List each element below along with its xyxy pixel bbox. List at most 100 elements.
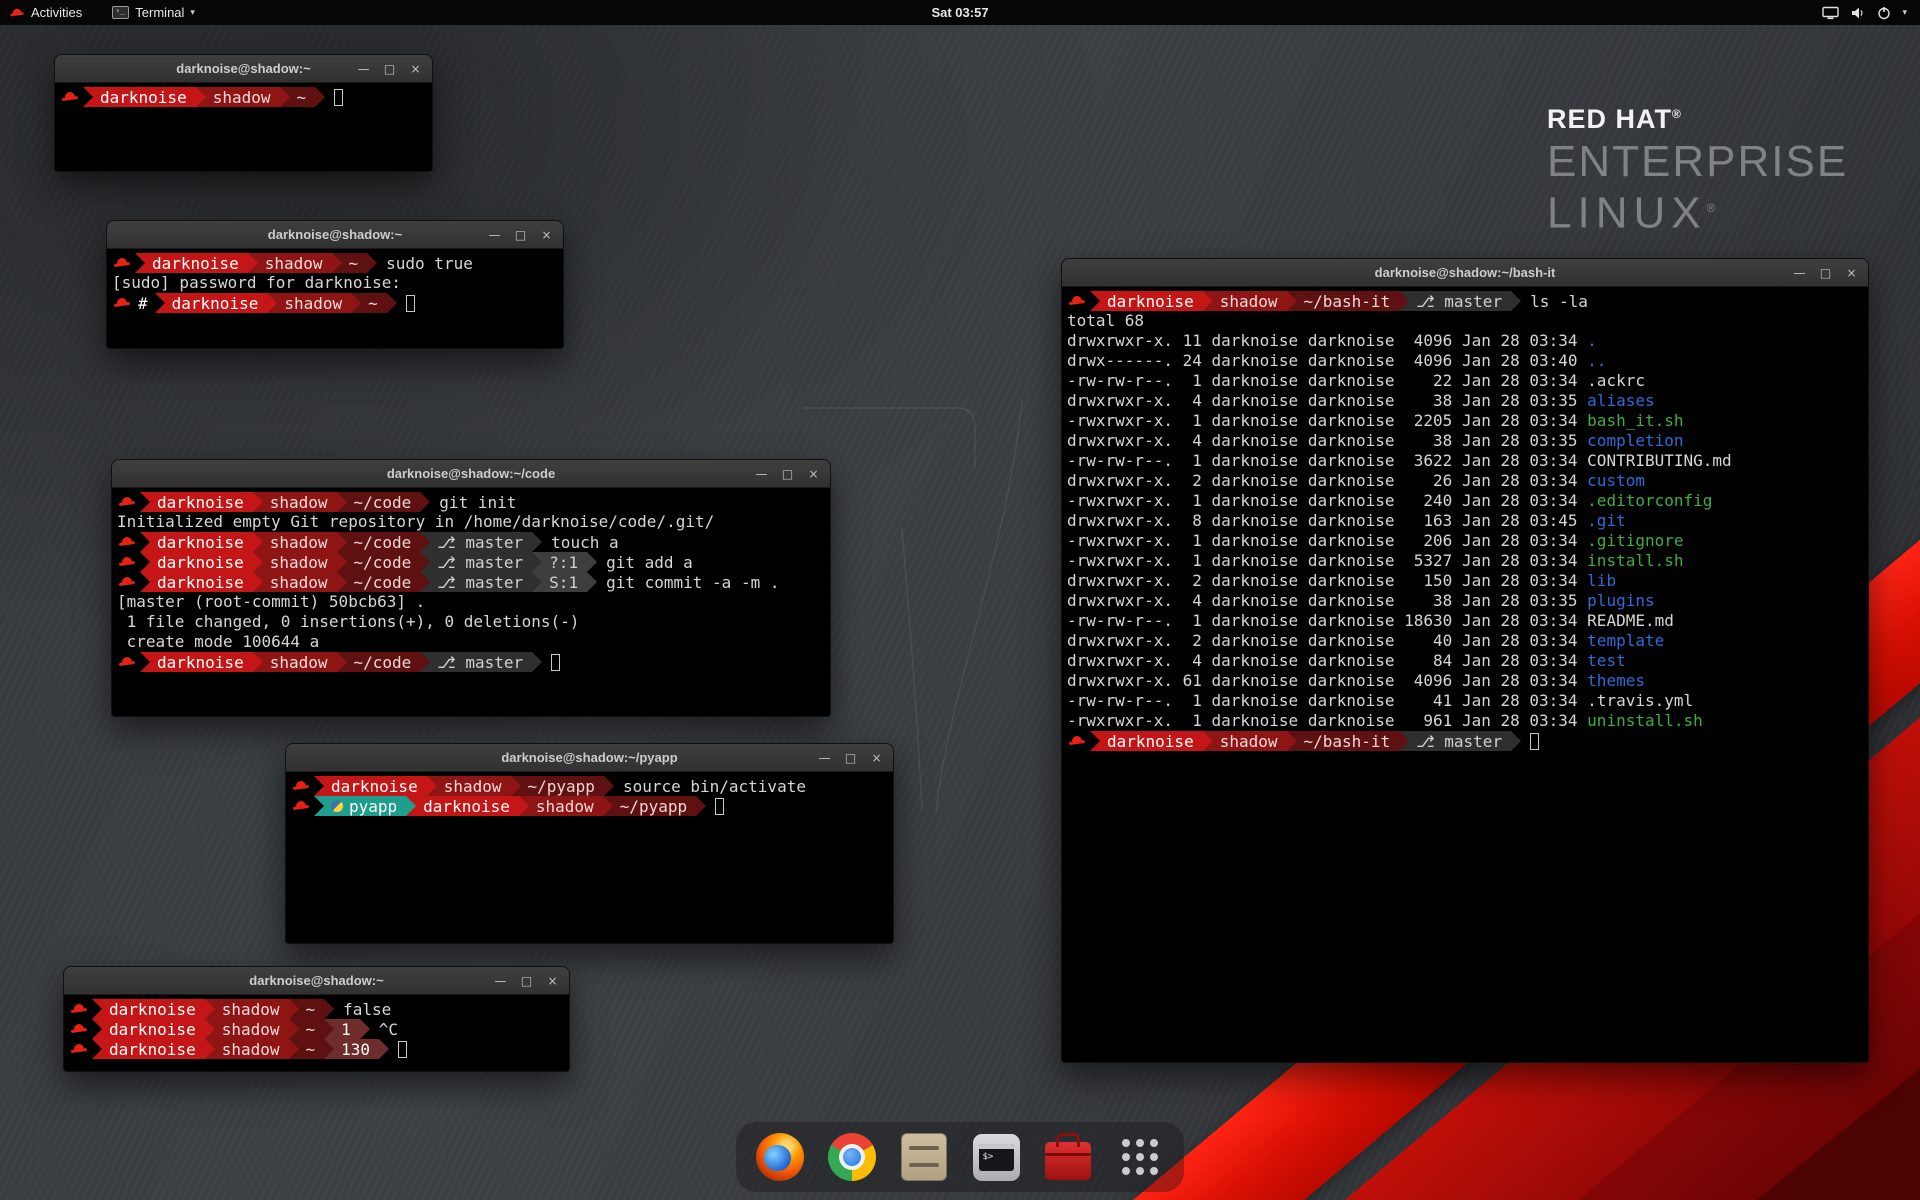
- minimize-button[interactable]: —: [357, 62, 370, 76]
- prompt-segment-text: ⎇ master: [437, 573, 523, 592]
- powerline-arrow: [351, 293, 361, 313]
- window-titlebar[interactable]: darknoise@shadow:~ — □ ×: [55, 55, 432, 83]
- terminal-content[interactable]: darknoiseshadow~/pyappsource bin/activat…: [286, 772, 893, 943]
- window-titlebar[interactable]: darknoise@shadow:~—□×: [64, 967, 569, 995]
- terminal-content[interactable]: darknoiseshadow~/codegit initInitialized…: [112, 488, 830, 716]
- maximize-button[interactable]: □: [1819, 266, 1832, 280]
- prompt-segment-path: ~/code: [337, 532, 421, 552]
- minimize-button[interactable]: —: [755, 467, 768, 481]
- windows-layer: darknoise@shadow:~—□×darknoiseshadow~dar…: [0, 0, 1920, 1200]
- volume-icon: [1850, 6, 1866, 20]
- prompt-segment-host: shadow: [427, 776, 511, 796]
- window-titlebar[interactable]: darknoise@shadow:~/code—□×: [112, 460, 830, 488]
- powerline-arrow: [427, 776, 437, 796]
- output-line: -rw-rw-r--. 1 darknoise darknoise 22 Jan…: [1067, 371, 1863, 391]
- output-text: drwxrwxr-x. 2 darknoise darknoise 26 Jan…: [1067, 471, 1587, 490]
- close-button[interactable]: ×: [1845, 266, 1858, 280]
- powerline-arrow: [324, 999, 334, 1019]
- prompt-segment-text: ⎇ master: [1416, 292, 1502, 311]
- prompt-segment-text: darknoise: [109, 1000, 196, 1019]
- window-titlebar[interactable]: darknoise@shadow:~/pyapp — □ ×: [286, 744, 893, 772]
- prompt-segment-path: ~: [289, 999, 325, 1019]
- maximize-button[interactable]: □: [520, 974, 533, 988]
- powerline-arrow: [315, 87, 325, 107]
- powerline-arrow: [532, 652, 542, 672]
- clock[interactable]: Sat 03:57: [931, 5, 988, 20]
- prompt-segment-path: ~/code: [337, 492, 421, 512]
- prompt-segment-git: ⎇ master: [420, 652, 532, 672]
- maximize-button[interactable]: □: [383, 62, 396, 76]
- prompt-segment-host: shadow: [253, 572, 337, 592]
- prompt-segment-text: darknoise: [100, 88, 187, 107]
- dock-item-apps[interactable]: [1114, 1131, 1166, 1183]
- power-icon: [1877, 6, 1891, 20]
- app-menu-button[interactable]: Terminal ▾: [103, 0, 204, 25]
- prompt-segment-text: ~/bash-it: [1304, 732, 1391, 751]
- window-buttons: — □ ×: [494, 967, 559, 994]
- window-title: darknoise@shadow:~/bash-it: [1375, 265, 1556, 280]
- powerline-arrow: [337, 572, 347, 592]
- output-text: -rwxrwxr-x. 1 darknoise darknoise 2205 J…: [1067, 411, 1587, 430]
- redhat-icon: [71, 1022, 87, 1036]
- prompt-segment-host: shadow: [248, 253, 332, 273]
- window-titlebar[interactable]: darknoise@shadow:~/bash-it — □ ×: [1062, 259, 1868, 287]
- terminal-content[interactable]: darknoiseshadow~falsedarknoiseshadow~1^C…: [64, 995, 569, 1071]
- prompt-segment-user: darknoise: [140, 552, 253, 572]
- prompt-segment-text: darknoise: [109, 1020, 196, 1039]
- prompt-segment-path: ~/code: [337, 652, 421, 672]
- prompt-segment-text: darknoise: [157, 533, 244, 552]
- redhat-icon: [114, 296, 130, 310]
- maximize-button[interactable]: □: [514, 228, 527, 242]
- dock-item-files[interactable]: [898, 1131, 950, 1183]
- prompt-segment-text: shadow: [1220, 732, 1278, 751]
- prompt-segment-text: shadow: [222, 1040, 280, 1059]
- output-line: drwxrwxr-x. 4 darknoise darknoise 38 Jan…: [1067, 391, 1863, 411]
- powerline-arrow: [519, 796, 529, 816]
- powerline-arrow: [280, 87, 290, 107]
- minimize-button[interactable]: —: [494, 974, 507, 988]
- dock-item-terminal[interactable]: [970, 1131, 1022, 1183]
- window-titlebar[interactable]: darknoise@shadow:~—□×: [107, 221, 563, 249]
- dock: [736, 1122, 1184, 1192]
- minimize-button[interactable]: —: [488, 228, 501, 242]
- prompt-segment-text: ~: [306, 1020, 316, 1039]
- output-text: drwxrwxr-x. 4 darknoise darknoise 38 Jan…: [1067, 391, 1587, 410]
- terminal-content[interactable]: darknoiseshadow~/bash-it⎇ masterls -lato…: [1062, 287, 1868, 1062]
- terminal-content[interactable]: darknoiseshadow~sudo true[sudo] password…: [107, 249, 563, 348]
- dock-item-chrome[interactable]: [826, 1131, 878, 1183]
- terminal-content[interactable]: darknoiseshadow~: [55, 83, 432, 171]
- close-button[interactable]: ×: [546, 974, 559, 988]
- window-title: darknoise@shadow:~: [176, 61, 310, 76]
- output-text: drwxrwxr-x. 2 darknoise darknoise 40 Jan…: [1067, 631, 1587, 650]
- powerline-arrow: [337, 492, 347, 512]
- command-text: false: [343, 1000, 391, 1019]
- output-line: [master (root-commit) 50bcb63] .: [117, 592, 825, 612]
- output-line: -rw-rw-r--. 1 darknoise darknoise 3622 J…: [1067, 451, 1863, 471]
- prompt-segment-host: shadow: [253, 552, 337, 572]
- close-button[interactable]: ×: [807, 467, 820, 481]
- prompt-line: darknoiseshadow~/code⎇ master: [117, 652, 825, 672]
- powerline-arrow: [511, 776, 521, 796]
- maximize-button[interactable]: □: [844, 751, 857, 765]
- output-text: 1 file changed, 0 insertions(+), 0 delet…: [117, 612, 579, 631]
- minimize-button[interactable]: —: [818, 751, 831, 765]
- powerline-arrow: [267, 293, 277, 313]
- output-text: drwxrwxr-x. 8 darknoise darknoise 163 Ja…: [1067, 511, 1587, 530]
- activities-button[interactable]: Activities: [0, 0, 91, 25]
- output-line: drwxrwxr-x. 4 darknoise darknoise 84 Jan…: [1067, 651, 1863, 671]
- dock-item-firefox[interactable]: [754, 1131, 806, 1183]
- dock-item-toolbox[interactable]: [1042, 1131, 1094, 1183]
- minimize-button[interactable]: —: [1793, 266, 1806, 280]
- close-button[interactable]: ×: [409, 62, 422, 76]
- redhat-icon: [114, 256, 130, 270]
- status-area[interactable]: ▾: [1822, 0, 1920, 25]
- terminal-window: darknoise@shadow:~/pyapp — □ × darknoiseshad…: [285, 743, 894, 944]
- powerline-arrow: [420, 552, 430, 572]
- close-button[interactable]: ×: [540, 228, 553, 242]
- prompt-line: darknoiseshadow~130: [69, 1039, 564, 1059]
- close-button[interactable]: ×: [870, 751, 883, 765]
- window-title: darknoise@shadow:~/pyapp: [501, 750, 677, 765]
- powerline-arrow: [587, 552, 597, 572]
- prompt-segment-path: ~/pyapp: [511, 776, 604, 796]
- maximize-button[interactable]: □: [781, 467, 794, 481]
